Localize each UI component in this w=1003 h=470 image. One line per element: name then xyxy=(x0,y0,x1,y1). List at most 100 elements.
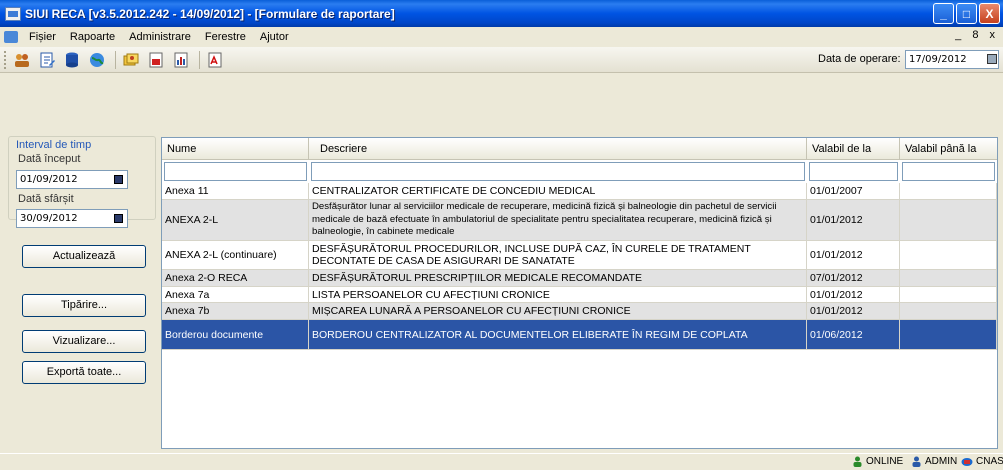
cell-valid-from: 01/01/2007 xyxy=(807,183,900,200)
menu-file[interactable]: Fișier xyxy=(22,31,63,43)
operation-date-field[interactable]: 17/09/2012 xyxy=(905,50,999,69)
online-icon xyxy=(853,456,862,467)
menu-administration[interactable]: Administrare xyxy=(122,31,198,43)
cards-icon[interactable] xyxy=(120,49,142,71)
cell-name: Anexa 2-O RECA xyxy=(162,270,309,287)
table-row[interactable]: ANEXA 2-L (continuare) DESFĂȘURĂTORUL PR… xyxy=(162,241,997,270)
globe-icon[interactable] xyxy=(86,49,108,71)
cell-valid-from: 07/01/2012 xyxy=(807,270,900,287)
cell-name: ANEXA 2-L (continuare) xyxy=(162,241,309,270)
cell-valid-from: 01/01/2012 xyxy=(807,303,900,320)
menu-reports[interactable]: Rapoarte xyxy=(63,31,122,43)
print-button[interactable]: Tipărire... xyxy=(22,294,146,317)
status-user: ADMIN xyxy=(911,456,957,467)
title-bar: SIUI RECA [v3.5.2012.242 - 14/09/2012] -… xyxy=(0,0,1003,27)
calendar-icon[interactable] xyxy=(987,54,997,64)
start-date-label: Dată început xyxy=(18,153,81,165)
calendar-icon[interactable] xyxy=(114,175,123,184)
column-header-valid-from[interactable]: Valabil de la xyxy=(807,138,900,160)
column-header-label: Nume xyxy=(167,143,197,155)
mdi-child-icon[interactable] xyxy=(4,31,18,43)
cell-valid-from: 01/01/2012 xyxy=(807,200,900,241)
minimize-button[interactable]: _ xyxy=(933,3,954,24)
status-house-label: CNAS xyxy=(976,456,1003,467)
cell-description: MIȘCAREA LUNARĂ A PERSOANELOR CU AFECȚIU… xyxy=(309,303,807,320)
menu-windows[interactable]: Ferestre xyxy=(198,31,253,43)
app-icon xyxy=(5,6,21,21)
table-row[interactable]: Anexa 2-O RECA DESFĂȘURĂTORUL PRESCRIPȚI… xyxy=(162,270,997,287)
menu-bar: Fișier Rapoarte Administrare Ferestre Aj… xyxy=(0,27,1003,47)
cell-name: Anexa 7a xyxy=(162,287,309,303)
user-icon xyxy=(912,456,921,467)
close-button[interactable]: X xyxy=(979,3,1000,24)
cell-valid-to xyxy=(900,241,997,270)
cell-valid-from: 01/06/2012 xyxy=(807,320,900,350)
edit-document-icon[interactable] xyxy=(36,49,58,71)
table-row-selected[interactable]: Borderou documente BORDEROU CENTRALIZATO… xyxy=(162,320,997,350)
table-row[interactable]: Anexa 7a LISTA PERSOANELOR CU AFECȚIUNI … xyxy=(162,287,997,303)
toolbar: Data de operare: 17/09/2012 xyxy=(0,47,1003,73)
cell-name: Borderou documente xyxy=(162,320,309,350)
toolbar-grip[interactable] xyxy=(4,50,7,69)
column-header-label: Valabil de la xyxy=(812,143,872,155)
start-date-value: 01/09/2012 xyxy=(20,174,78,185)
column-header-description[interactable]: Descriere xyxy=(309,138,807,160)
end-date-field[interactable]: 30/09/2012 xyxy=(16,209,128,228)
mdi-child-controls[interactable]: _ 8 x xyxy=(955,29,999,41)
cell-description: Desfășurător lunar al serviciilor medica… xyxy=(309,200,807,241)
cell-valid-to xyxy=(900,200,997,241)
form-icon[interactable] xyxy=(145,49,167,71)
column-header-valid-to[interactable]: Valabil până la xyxy=(900,138,997,160)
operation-date-value: 17/09/2012 xyxy=(909,54,967,65)
users-icon[interactable] xyxy=(11,49,33,71)
cell-description: LISTA PERSOANELOR CU AFECȚIUNI CRONICE xyxy=(309,287,807,303)
filter-valid-from-input[interactable] xyxy=(809,162,898,181)
table-row[interactable]: Anexa 7b MIȘCAREA LUNARĂ A PERSOANELOR C… xyxy=(162,303,997,320)
column-header-name[interactable]: Nume xyxy=(162,138,309,160)
cell-name: Anexa 11 xyxy=(162,183,309,200)
database-icon[interactable] xyxy=(61,49,83,71)
status-user-label: ADMIN xyxy=(925,456,958,467)
filter-description-input[interactable] xyxy=(311,162,805,181)
filter-name-input[interactable] xyxy=(164,162,307,181)
cell-description: BORDEROU CENTRALIZATOR AL DOCUMENTELOR E… xyxy=(309,320,807,350)
toolbar-separator xyxy=(115,50,116,69)
pdf-icon[interactable] xyxy=(204,49,226,71)
reports-grid[interactable]: Nume Descriere Valabil de la Valabil pân… xyxy=(161,137,998,449)
maximize-button[interactable]: □ xyxy=(956,3,977,24)
cell-name: Anexa 7b xyxy=(162,303,309,320)
interval-label: Interval de timp xyxy=(16,139,92,151)
column-header-label: Valabil până la xyxy=(905,143,977,155)
toolbar-separator xyxy=(199,50,200,69)
house-icon xyxy=(961,458,973,466)
menu-help[interactable]: Ajutor xyxy=(253,31,296,43)
cell-valid-from: 01/01/2012 xyxy=(807,287,900,303)
window-title: SIUI RECA [v3.5.2012.242 - 14/09/2012] -… xyxy=(25,6,395,21)
operation-date-label: Data de operare: xyxy=(818,53,901,65)
status-house: CNAS xyxy=(961,456,1003,467)
filter-valid-to-input[interactable] xyxy=(902,162,995,181)
view-button[interactable]: Vizualizare... xyxy=(22,330,146,353)
table-row[interactable]: ANEXA 2-L Desfășurător lunar al servicii… xyxy=(162,200,997,241)
cell-name: ANEXA 2-L xyxy=(162,200,309,241)
cell-valid-to xyxy=(900,287,997,303)
end-date-value: 30/09/2012 xyxy=(20,213,78,224)
status-bar: ONLINE ADMIN CNAS xyxy=(0,453,1003,470)
start-date-field[interactable]: 01/09/2012 xyxy=(16,170,128,189)
cell-valid-to xyxy=(900,270,997,287)
cell-valid-from: 01/01/2012 xyxy=(807,241,900,270)
calendar-icon[interactable] xyxy=(114,214,123,223)
cell-valid-to xyxy=(900,320,997,350)
cell-valid-to xyxy=(900,183,997,200)
table-row[interactable]: Anexa 11 CENTRALIZATOR CERTIFICATE DE CO… xyxy=(162,183,997,200)
status-online: ONLINE xyxy=(852,456,903,467)
cell-valid-to xyxy=(900,303,997,320)
cell-description: CENTRALIZATOR CERTIFICATE DE CONCEDIU ME… xyxy=(309,183,807,200)
export-all-button[interactable]: Exportă toate... xyxy=(22,361,146,384)
end-date-label: Dată sfârșit xyxy=(18,193,74,205)
refresh-button[interactable]: Actualizează xyxy=(22,245,146,268)
status-online-label: ONLINE xyxy=(866,456,904,467)
window-controls: _ □ X xyxy=(933,3,1000,24)
cell-description: DESFĂȘURĂTORUL PROCEDURILOR, INCLUSE DUP… xyxy=(309,241,807,270)
chart-icon[interactable] xyxy=(170,49,192,71)
